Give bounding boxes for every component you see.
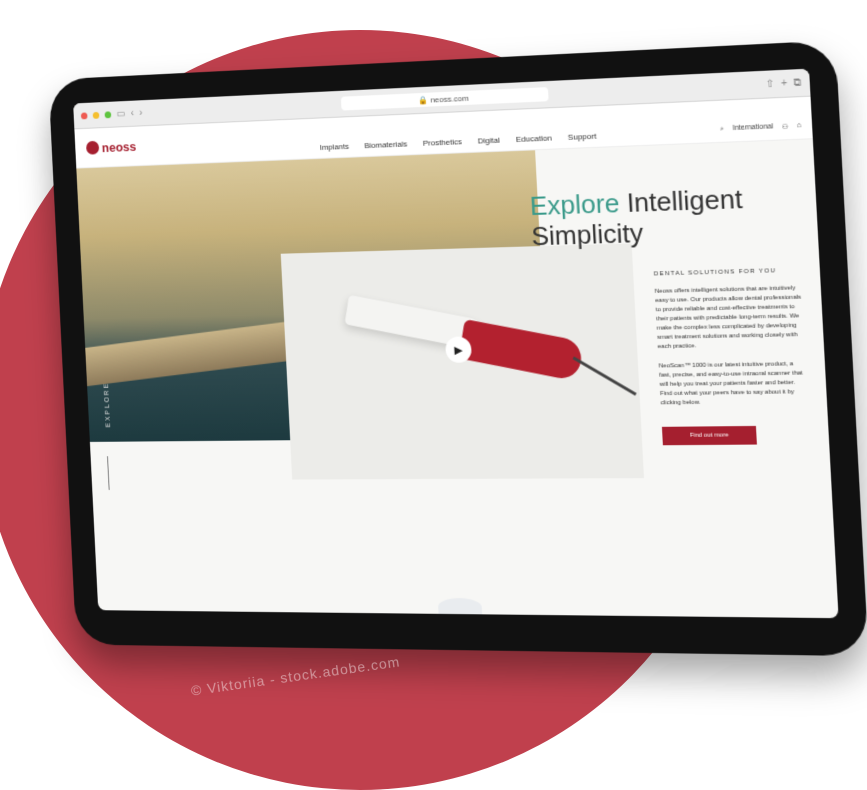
tablet-screen: ▭ ‹ › 🔒 neoss.com ⇧ + ⧉ neoss Implants B… xyxy=(73,68,839,619)
sidebar-icon[interactable]: ▭ xyxy=(116,108,125,119)
cart-icon[interactable]: ⌂ xyxy=(797,122,802,130)
scanner-cable xyxy=(572,356,637,396)
nav-item-implants[interactable]: Implants xyxy=(320,141,350,151)
header-tools: ⌕ International ⚇ ⌂ xyxy=(720,122,802,134)
forward-icon[interactable]: › xyxy=(139,107,143,118)
new-tab-icon[interactable]: + xyxy=(781,77,788,89)
close-window-button[interactable] xyxy=(80,111,88,119)
headline-line2: Simplicity xyxy=(530,217,645,252)
scanner-body xyxy=(458,319,584,382)
info-panel: DENTAL SOLUTIONS FOR YOU Neoss offers in… xyxy=(654,267,810,446)
headline-accent: Explore xyxy=(529,187,621,222)
logo-text: neoss xyxy=(101,138,137,155)
tabs-overview-icon[interactable]: ⧉ xyxy=(793,77,801,89)
info-paragraph-1: Neoss offers intelligent solutions that … xyxy=(654,285,802,351)
share-icon[interactable]: ⇧ xyxy=(765,78,774,90)
play-icon: ▶ xyxy=(454,344,464,357)
maximize-window-button[interactable] xyxy=(104,110,112,118)
main-nav: Implants Biomaterials Prosthetics Digita… xyxy=(320,131,597,151)
product-video-card[interactable]: ▶ xyxy=(280,243,644,480)
logo-mark-icon xyxy=(85,140,100,155)
region-selector[interactable]: International xyxy=(732,123,773,133)
nav-item-biomaterials[interactable]: Biomaterials xyxy=(364,139,407,150)
nav-item-support[interactable]: Support xyxy=(568,131,597,141)
device-stand xyxy=(437,597,483,617)
headline-rest: Intelligent xyxy=(625,183,744,219)
intraoral-scanner-image xyxy=(339,285,637,413)
info-eyebrow: DENTAL SOLUTIONS FOR YOU xyxy=(653,268,777,278)
tablet-device: ▭ ‹ › 🔒 neoss.com ⇧ + ⧉ neoss Implants B… xyxy=(48,40,867,657)
hero-headline: Explore Intelligent Simplicity xyxy=(529,183,745,251)
lock-icon: 🔒 xyxy=(418,95,431,105)
info-paragraph-2: NeoScan™ 1000 is our latest intuitive pr… xyxy=(658,361,803,407)
nav-item-digital[interactable]: Digital xyxy=(477,135,500,145)
address-bar[interactable]: 🔒 neoss.com xyxy=(340,87,549,111)
back-icon[interactable]: ‹ xyxy=(130,108,134,119)
minimize-window-button[interactable] xyxy=(92,111,100,119)
find-out-more-button[interactable]: Find out more xyxy=(661,425,757,446)
site-logo[interactable]: neoss xyxy=(85,138,137,156)
scroll-indicator xyxy=(107,456,110,490)
user-icon[interactable]: ⚇ xyxy=(782,123,789,132)
hero-section: EXPLORE ▶ Explore Intelligent Simplicity… xyxy=(76,139,836,576)
nav-item-education[interactable]: Education xyxy=(516,133,552,144)
nav-item-prosthetics[interactable]: Prosthetics xyxy=(423,137,462,148)
beach-shape xyxy=(85,320,301,387)
search-icon[interactable]: ⌕ xyxy=(720,125,725,133)
url-text: neoss.com xyxy=(430,93,469,105)
